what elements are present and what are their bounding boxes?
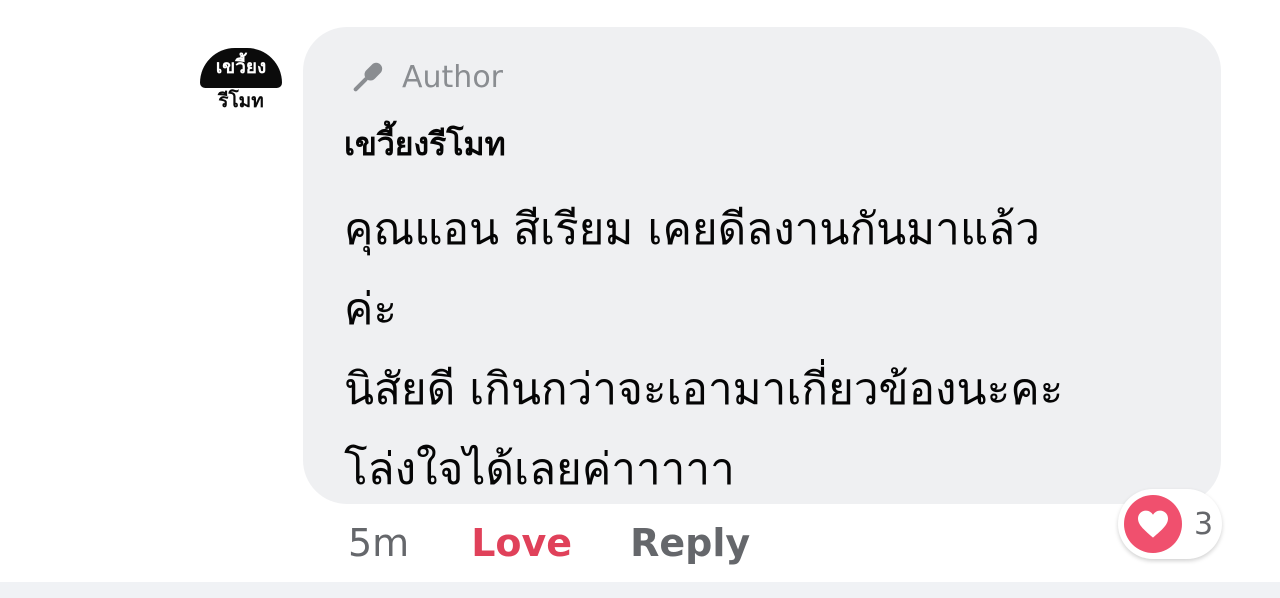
comment-text-line: โล่งใจได้เลยค่าาาาา — [344, 444, 735, 495]
divider — [0, 582, 1280, 598]
comment-timestamp[interactable]: 5m — [348, 521, 409, 565]
comment-actions: 5m Love Reply — [348, 515, 750, 571]
avatar-logo-text-top: เขวี้ยง — [215, 56, 267, 78]
author-badge: Author — [346, 56, 503, 100]
reply-button[interactable]: Reply — [630, 521, 750, 565]
reaction-count: 3 — [1194, 506, 1214, 542]
love-reaction-button[interactable]: Love — [471, 521, 572, 565]
comment-text-line: นิสัยดี เกินกว่าจะเอามาเกี่ยวข้องนะคะ — [344, 364, 1064, 415]
author-avatar[interactable]: เขวี้ยง รีโมท — [198, 45, 284, 131]
comment-text-line: ค่ะ — [344, 284, 398, 335]
comment-text-line: คุณแอน สีเรียม เคยดีลงานกันมาแล้ว — [344, 204, 1040, 255]
avatar-logo-text-bottom: รีโมท — [218, 90, 264, 112]
microphone-icon — [353, 62, 383, 92]
comment-text: คุณแอน สีเรียม เคยดีลงานกันมาแล้ว ค่ะ นิ… — [344, 190, 1214, 510]
reaction-summary[interactable]: 3 — [1118, 489, 1222, 559]
heart-reaction-badge — [1124, 495, 1182, 553]
heart-icon — [1138, 510, 1168, 538]
author-badge-label: Author — [402, 60, 504, 95]
comment-author-name[interactable]: เขวี้ยงรีโมท — [344, 120, 506, 168]
